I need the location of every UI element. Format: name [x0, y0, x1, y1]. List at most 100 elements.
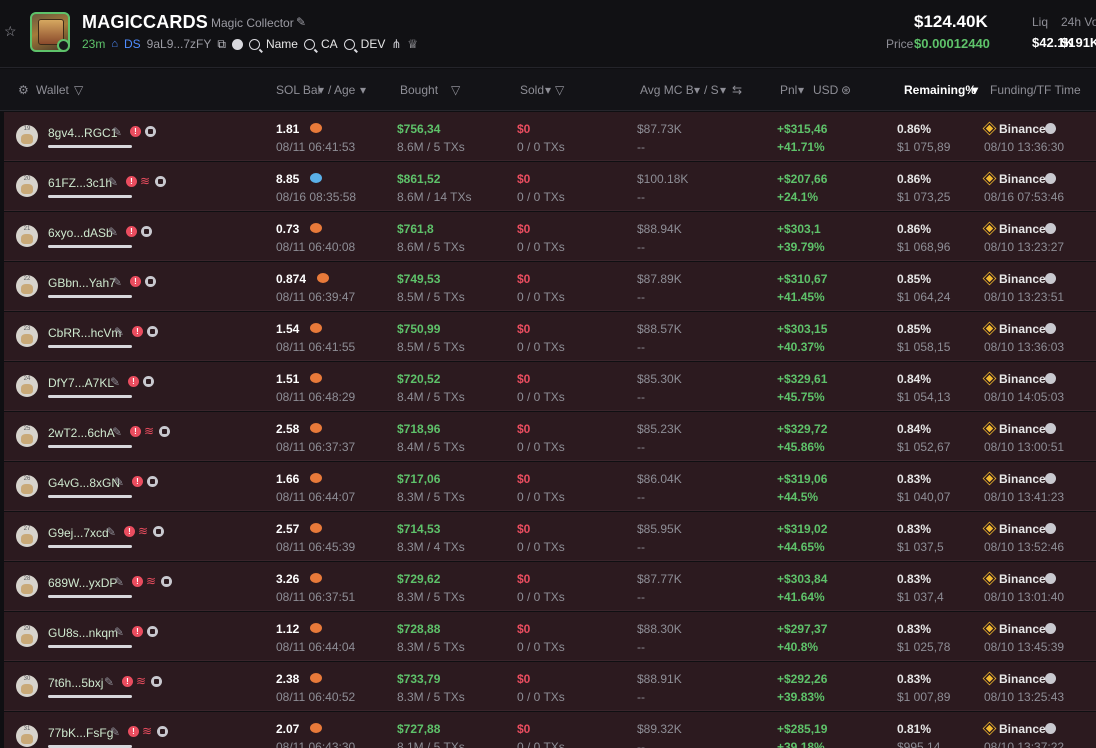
- table-row[interactable]: 24 DfY7...A7KL ✎ ! 1.51 08/11 06:48:29 $…: [4, 362, 1096, 411]
- search-dev-link[interactable]: DEV: [361, 37, 386, 51]
- funding-source[interactable]: Binance: [999, 322, 1046, 336]
- gear-icon[interactable]: ⚙: [18, 83, 29, 97]
- col-bought[interactable]: Bought: [400, 83, 438, 97]
- table-row[interactable]: 26 G4vG...8xGN ✎ ! 1.66 08/11 06:44:07 $…: [4, 462, 1096, 511]
- contract-address[interactable]: 9aL9...7zFY: [147, 37, 212, 51]
- funding-info-icon[interactable]: [1045, 323, 1056, 334]
- funding-info-icon[interactable]: [1045, 123, 1056, 134]
- wallet-address[interactable]: 7t6h...5bxj: [48, 676, 103, 690]
- funding-source[interactable]: Binance: [999, 422, 1046, 436]
- search-name-link[interactable]: Name: [266, 37, 298, 51]
- table-row[interactable]: 28 689W...yxDP ✎ ! ≋ 3.26 08/11 06:37:51…: [4, 562, 1096, 611]
- table-row[interactable]: 29 GU8s...nkqm ✎ ! 1.12 08/11 06:44:04 $…: [4, 612, 1096, 661]
- avatar[interactable]: 26: [16, 475, 38, 497]
- funding-source[interactable]: Binance: [999, 572, 1046, 586]
- funding-source[interactable]: Binance: [999, 272, 1046, 286]
- avatar[interactable]: 24: [16, 375, 38, 397]
- edit-icon[interactable]: ✎: [112, 425, 122, 439]
- sort-avg-mc-icon[interactable]: ▾: [694, 83, 700, 97]
- edit-icon[interactable]: ✎: [114, 475, 124, 489]
- col-usd[interactable]: USD: [813, 83, 838, 97]
- wallet-address[interactable]: DfY7...A7KL: [48, 376, 114, 390]
- sort-sol-bal-icon[interactable]: ▾: [318, 83, 324, 97]
- edit-icon[interactable]: ✎: [110, 725, 120, 739]
- edit-icon[interactable]: ✎: [108, 225, 118, 239]
- search-dev-icon[interactable]: [343, 38, 355, 50]
- funding-source[interactable]: Binance: [999, 722, 1046, 736]
- sort-avg-mc-s-icon[interactable]: ▾: [720, 83, 726, 97]
- sort-sold-icon[interactable]: ▾: [545, 83, 551, 97]
- col-sol-bal[interactable]: SOL Bal: [276, 83, 320, 97]
- funding-info-icon[interactable]: [1045, 523, 1056, 534]
- avatar[interactable]: 21: [16, 225, 38, 247]
- funding-info-icon[interactable]: [1045, 573, 1056, 584]
- edit-icon[interactable]: ✎: [114, 575, 124, 589]
- avatar[interactable]: 29: [16, 625, 38, 647]
- table-row[interactable]: 20 61FZ...3c1h ✎ ! ≋ 8.85 08/16 08:35:58…: [4, 162, 1096, 211]
- funding-info-icon[interactable]: [1045, 723, 1056, 734]
- wallet-address[interactable]: GBbn...Yah7: [48, 276, 116, 290]
- search-name-icon[interactable]: [248, 38, 260, 50]
- edit-name-icon[interactable]: ✎: [296, 15, 306, 29]
- wallet-address[interactable]: 8gv4...RGC1: [48, 126, 117, 140]
- edit-icon[interactable]: ✎: [112, 125, 122, 139]
- edit-icon[interactable]: ✎: [108, 175, 118, 189]
- funding-source[interactable]: Binance: [999, 522, 1046, 536]
- copy-icon[interactable]: ⧉: [217, 37, 226, 52]
- avatar[interactable]: 20: [16, 175, 38, 197]
- wallet-address[interactable]: G9ej...7xcd: [48, 526, 109, 540]
- funding-info-icon[interactable]: [1045, 673, 1056, 684]
- table-row[interactable]: 25 2wT2...6chA ✎ ! ≋ 2.58 08/11 06:37:37…: [4, 412, 1096, 461]
- wallet-address[interactable]: CbRR...hcVm: [48, 326, 121, 340]
- funding-source[interactable]: Binance: [999, 472, 1046, 486]
- share-icon[interactable]: ⋔: [391, 37, 401, 51]
- col-avg-mc[interactable]: Avg MC B: [640, 83, 694, 97]
- wallet-address[interactable]: 2wT2...6chA: [48, 426, 115, 440]
- col-sold[interactable]: Sold: [520, 83, 544, 97]
- sort-age-icon[interactable]: ▾: [360, 83, 366, 97]
- wallet-address[interactable]: 77bK...FsFg: [48, 726, 113, 740]
- token-image[interactable]: [30, 12, 70, 52]
- edit-icon[interactable]: ✎: [110, 375, 120, 389]
- funding-source[interactable]: Binance: [999, 122, 1046, 136]
- edit-icon[interactable]: ✎: [106, 525, 116, 539]
- table-row[interactable]: 30 7t6h...5bxj ✎ ! ≋ 2.38 08/11 06:40:52…: [4, 662, 1096, 711]
- col-avg-mc-s[interactable]: / S: [704, 83, 719, 97]
- avatar[interactable]: 31: [16, 725, 38, 747]
- edit-icon[interactable]: ✎: [112, 275, 122, 289]
- funding-info-icon[interactable]: [1045, 423, 1056, 434]
- swap-icon[interactable]: ⇆: [732, 83, 742, 97]
- wallet-address[interactable]: G4vG...8xGN: [48, 476, 120, 490]
- table-row[interactable]: 21 6xyo...dASb ✎ ! 0.73 08/11 06:40:08 $…: [4, 212, 1096, 261]
- col-pnl[interactable]: Pnl: [780, 83, 797, 97]
- avatar[interactable]: 28: [16, 575, 38, 597]
- wallet-address[interactable]: 689W...yxDP: [48, 576, 117, 590]
- funding-source[interactable]: Binance: [999, 372, 1046, 386]
- funding-source[interactable]: Binance: [999, 672, 1046, 686]
- sort-remaining-icon[interactable]: ▾: [972, 83, 978, 97]
- wallet-address[interactable]: 6xyo...dASb: [48, 226, 113, 240]
- funding-info-icon[interactable]: [1045, 623, 1056, 634]
- avatar[interactable]: 22: [16, 275, 38, 297]
- funding-info-icon[interactable]: [1045, 373, 1056, 384]
- col-age[interactable]: / Age: [328, 83, 355, 97]
- wallet-address[interactable]: 61FZ...3c1h: [48, 176, 112, 190]
- avatar[interactable]: 30: [16, 675, 38, 697]
- menu-circle-icon[interactable]: [231, 38, 243, 50]
- search-ca-icon[interactable]: [303, 38, 315, 50]
- funding-info-icon[interactable]: [1045, 473, 1056, 484]
- avatar[interactable]: 23: [16, 325, 38, 347]
- funding-info-icon[interactable]: [1045, 173, 1056, 184]
- home-icon[interactable]: ⌂: [111, 38, 118, 50]
- wallet-address[interactable]: GU8s...nkqm: [48, 626, 118, 640]
- funding-info-icon[interactable]: [1045, 223, 1056, 234]
- col-remaining[interactable]: Remaining%: [904, 83, 976, 97]
- bought-filter-icon[interactable]: ▽: [451, 83, 460, 97]
- funding-source[interactable]: Binance: [999, 172, 1046, 186]
- funding-info-icon[interactable]: [1045, 273, 1056, 284]
- table-row[interactable]: 22 GBbn...Yah7 ✎ ! 0.874 08/11 06:39:47 …: [4, 262, 1096, 311]
- sort-pnl-icon[interactable]: ▾: [798, 83, 804, 97]
- table-row[interactable]: 27 G9ej...7xcd ✎ ! ≋ 2.57 08/11 06:45:39…: [4, 512, 1096, 561]
- usd-toggle-icon[interactable]: ⊛: [841, 83, 851, 97]
- avatar[interactable]: 27: [16, 525, 38, 547]
